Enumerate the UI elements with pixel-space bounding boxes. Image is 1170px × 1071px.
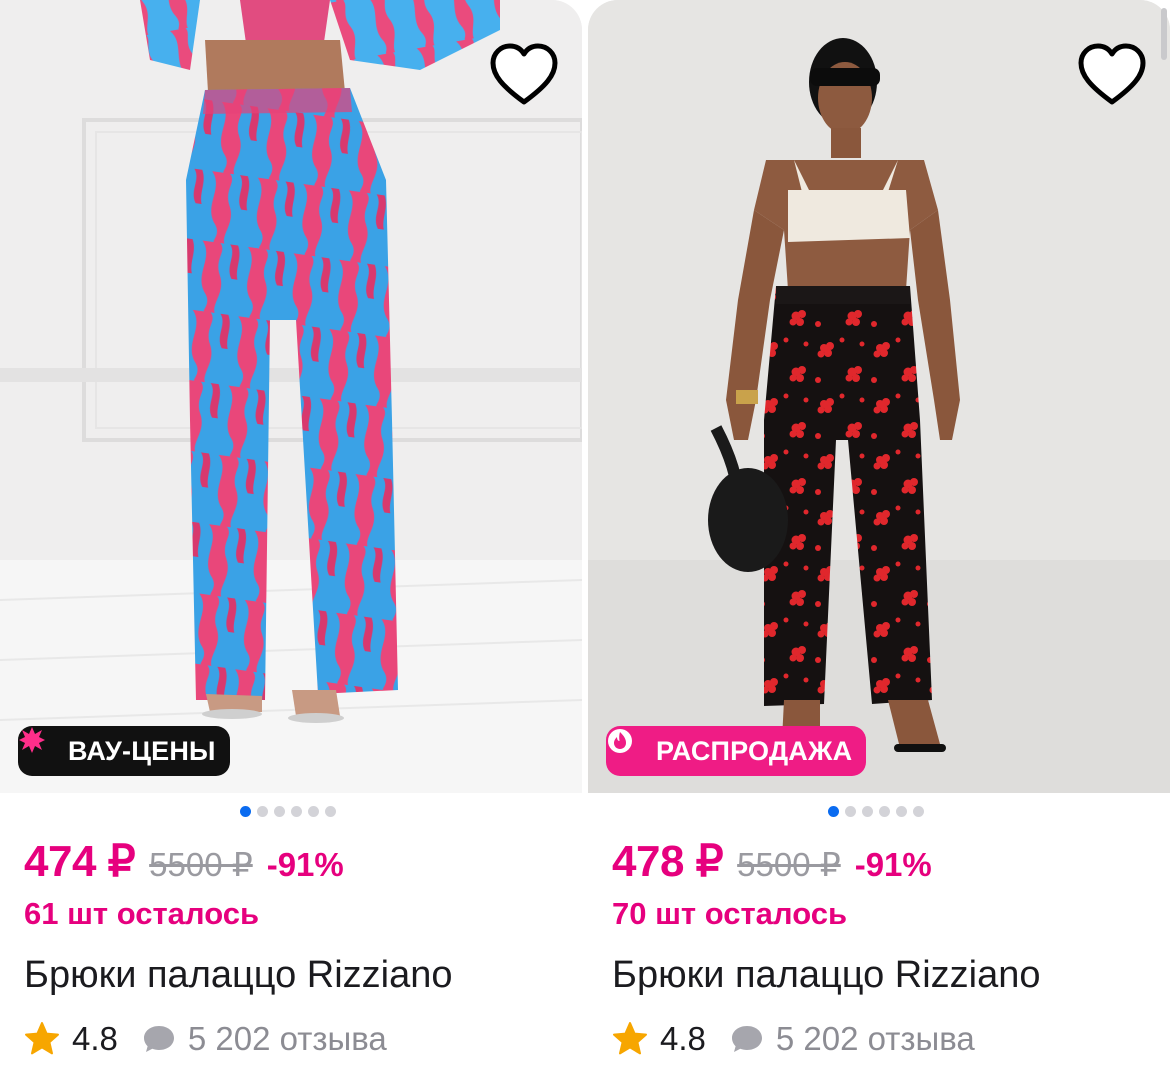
current-price: 478 ₽ bbox=[612, 837, 724, 886]
rating-row: 4.8 5 202 отзыва bbox=[612, 1014, 975, 1064]
favorite-heart-icon[interactable] bbox=[1076, 40, 1148, 112]
reviews-count[interactable]: 5 202 отзыва bbox=[776, 1020, 975, 1058]
discount-percent: -91% bbox=[266, 846, 344, 883]
carousel-dot[interactable] bbox=[913, 805, 924, 817]
product-image[interactable]: РАСПРОДАЖА bbox=[588, 0, 1170, 793]
product-title[interactable]: Брюки палаццо Rizziano bbox=[24, 954, 453, 997]
carousel-dot[interactable] bbox=[325, 805, 336, 817]
carousel-dot[interactable] bbox=[291, 805, 302, 817]
stock-left: 61 шт осталось bbox=[24, 896, 260, 931]
promo-badge-label: РАСПРОДАЖА bbox=[656, 735, 853, 766]
stock-left: 70 шт осталось bbox=[612, 896, 848, 931]
product-card[interactable]: ВАУ-ЦЕНЫ 474 ₽ 5500 ₽ -91% 61 шт осталос… bbox=[0, 0, 582, 1071]
comment-bubble-icon bbox=[142, 1023, 176, 1055]
flame-icon bbox=[608, 729, 646, 765]
carousel-dot-active[interactable] bbox=[828, 805, 839, 817]
star-icon bbox=[24, 1021, 60, 1057]
price-row: 478 ₽ 5500 ₽ -91% bbox=[612, 836, 932, 886]
image-carousel-dots bbox=[240, 804, 336, 818]
product-photo-illustration bbox=[0, 0, 582, 793]
promo-badge: РАСПРОДАЖА bbox=[606, 726, 867, 776]
starburst-icon bbox=[19, 727, 58, 765]
carousel-dot[interactable] bbox=[274, 805, 285, 817]
product-card[interactable]: РАСПРОДАЖА 478 ₽ 5500 ₽ -91% 70 шт остал… bbox=[588, 0, 1170, 1071]
scrollbar-thumb[interactable] bbox=[1161, 8, 1167, 60]
promo-badge: ВАУ-ЦЕНЫ bbox=[18, 726, 230, 776]
reviews-count[interactable]: 5 202 отзыва bbox=[188, 1020, 387, 1058]
old-price: 5500 ₽ bbox=[149, 846, 253, 883]
product-grid: ВАУ-ЦЕНЫ 474 ₽ 5500 ₽ -91% 61 шт осталос… bbox=[0, 0, 1170, 1071]
favorite-heart-icon[interactable] bbox=[488, 40, 560, 112]
carousel-dot[interactable] bbox=[257, 805, 268, 817]
product-photo-illustration bbox=[588, 0, 1170, 793]
current-price: 474 ₽ bbox=[24, 837, 136, 886]
product-title[interactable]: Брюки палаццо Rizziano bbox=[612, 954, 1041, 997]
carousel-dot-active[interactable] bbox=[240, 805, 251, 817]
old-price: 5500 ₽ bbox=[737, 846, 841, 883]
price-row: 474 ₽ 5500 ₽ -91% bbox=[24, 836, 344, 886]
carousel-dot[interactable] bbox=[308, 805, 319, 817]
rating-value: 4.8 bbox=[660, 1020, 706, 1057]
promo-badge-label: ВАУ-ЦЕНЫ bbox=[68, 735, 216, 766]
carousel-dot[interactable] bbox=[845, 805, 856, 817]
rating-row: 4.8 5 202 отзыва bbox=[24, 1014, 387, 1064]
discount-percent: -91% bbox=[854, 846, 932, 883]
product-image[interactable]: ВАУ-ЦЕНЫ bbox=[0, 0, 582, 793]
carousel-dot[interactable] bbox=[879, 805, 890, 817]
carousel-dot[interactable] bbox=[862, 805, 873, 817]
carousel-dot[interactable] bbox=[896, 805, 907, 817]
star-icon bbox=[612, 1021, 648, 1057]
rating-value: 4.8 bbox=[72, 1020, 118, 1057]
comment-bubble-icon bbox=[730, 1023, 764, 1055]
image-carousel-dots bbox=[828, 804, 924, 818]
